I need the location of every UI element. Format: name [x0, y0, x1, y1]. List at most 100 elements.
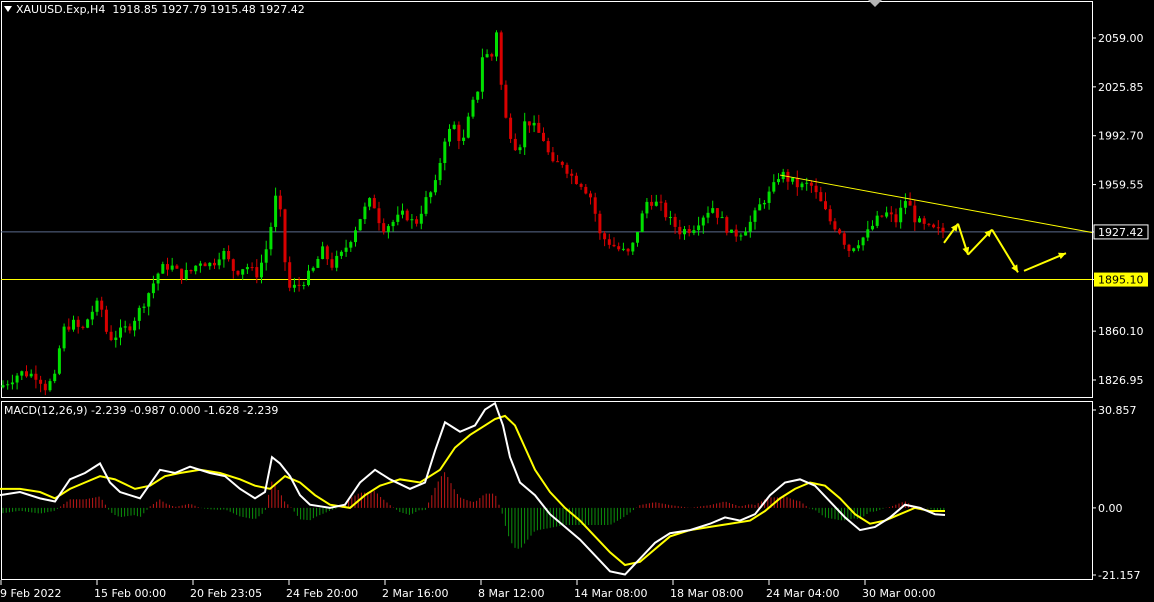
candle-body — [673, 216, 677, 227]
candle-body — [213, 262, 216, 266]
candle-body — [824, 201, 827, 210]
candle-body — [335, 255, 339, 268]
price-tick-label: 1826.95 — [1098, 374, 1144, 387]
candle-body — [744, 231, 748, 236]
candle-body — [307, 270, 310, 286]
candle-body — [636, 232, 639, 243]
candle-body — [382, 223, 386, 233]
candle-body — [683, 229, 686, 235]
candle-body — [504, 84, 508, 118]
candle-body — [626, 248, 630, 252]
candle-body — [607, 239, 611, 245]
time-axis: 9 Feb 2022 15 Feb 00:00 20 Feb 23:05 24 Feb… — [0, 580, 935, 600]
price-axis: 2059.00 2025.85 1992.70 1959.55 1927.42 1895.… — [1092, 32, 1149, 387]
candle-body — [462, 137, 466, 141]
candle-body — [217, 259, 221, 266]
candle-body — [175, 265, 179, 269]
candle-body — [396, 214, 400, 222]
candle-body — [438, 162, 442, 181]
candle-body — [227, 250, 231, 260]
chart-shift-marker-icon[interactable] — [868, 0, 882, 7]
candle-body — [499, 32, 503, 85]
candle-body — [100, 300, 104, 310]
candle-body — [800, 183, 804, 188]
candle-body — [208, 262, 212, 267]
candle-body — [791, 177, 795, 182]
price-tick-label: 1860.10 — [1098, 325, 1144, 338]
candle-body — [621, 248, 625, 250]
candle-body — [795, 177, 799, 188]
candle-body — [358, 219, 362, 231]
candle-body — [39, 379, 43, 384]
candle-body — [419, 213, 423, 224]
candle-body — [650, 201, 654, 206]
candle-body — [913, 205, 917, 223]
candle-body — [725, 217, 729, 233]
candle-body — [151, 283, 155, 294]
candle-body — [415, 219, 419, 224]
candle-body — [283, 209, 287, 263]
candle-body — [321, 246, 325, 260]
candle-body — [598, 213, 602, 234]
candle-body — [184, 270, 188, 280]
candle-body — [123, 326, 127, 328]
candle-body — [354, 230, 357, 243]
candle-body — [762, 202, 766, 205]
candle-body — [189, 270, 193, 272]
candle-body — [57, 348, 61, 374]
price-tick-label: 2059.00 — [1098, 32, 1144, 45]
candle-body — [546, 141, 550, 153]
candle-body — [269, 226, 273, 250]
candle-body — [222, 250, 226, 260]
candle-body — [805, 182, 809, 184]
candle-body — [532, 122, 536, 126]
candle-body — [424, 197, 428, 214]
candle-body — [692, 230, 696, 234]
time-tick-label: 18 Mar 08:00 — [670, 587, 743, 600]
candle-body — [476, 91, 480, 100]
candle-body — [584, 186, 588, 194]
candle-body — [25, 371, 28, 377]
candle-body — [659, 201, 663, 203]
candle-body — [654, 201, 658, 206]
candle-body — [565, 164, 569, 174]
candle-body — [518, 147, 522, 151]
candle-body — [443, 141, 447, 163]
candle-body — [814, 185, 818, 193]
candle-body — [739, 235, 743, 237]
candle-body — [156, 273, 160, 284]
price-tick-label: 2025.85 — [1098, 81, 1144, 94]
chart-canvas: 2059.00 2025.85 1992.70 1959.55 1927.42 1895.… — [0, 1, 1149, 600]
candle-body — [203, 263, 207, 267]
candle-body — [81, 326, 85, 328]
candle-body — [231, 259, 235, 271]
candle-body — [429, 192, 433, 198]
candle-body — [311, 267, 315, 271]
candle-body — [90, 311, 94, 320]
candle-body — [349, 242, 353, 248]
candle-body — [297, 284, 301, 286]
candle-body — [377, 208, 381, 224]
candle-body — [410, 219, 414, 221]
candle-body — [856, 245, 860, 249]
candle-body — [899, 207, 903, 223]
time-tick-label: 9 Feb 2022 — [0, 587, 61, 600]
symbol-timeframe: XAUUSD.Exp,H4 — [16, 3, 106, 16]
time-tick-label: 8 Mar 12:00 — [478, 587, 544, 600]
candle-body — [748, 221, 752, 232]
candle-body — [720, 217, 724, 219]
candle-body — [828, 209, 832, 222]
macd-line — [0, 401, 946, 576]
candle-body — [194, 265, 198, 272]
candle-body — [67, 326, 71, 330]
candle-body — [847, 244, 851, 251]
candle-body — [457, 124, 461, 141]
candle-body — [372, 198, 376, 209]
candle-body — [316, 259, 320, 268]
candle-body — [278, 195, 282, 210]
symbol-menu-caret-icon[interactable] — [4, 6, 12, 12]
candle-body — [880, 215, 884, 217]
ohlc-values: 1918.85 1927.79 1915.48 1927.42 — [112, 3, 305, 16]
candle-body — [866, 229, 870, 238]
candle-body — [894, 214, 898, 223]
